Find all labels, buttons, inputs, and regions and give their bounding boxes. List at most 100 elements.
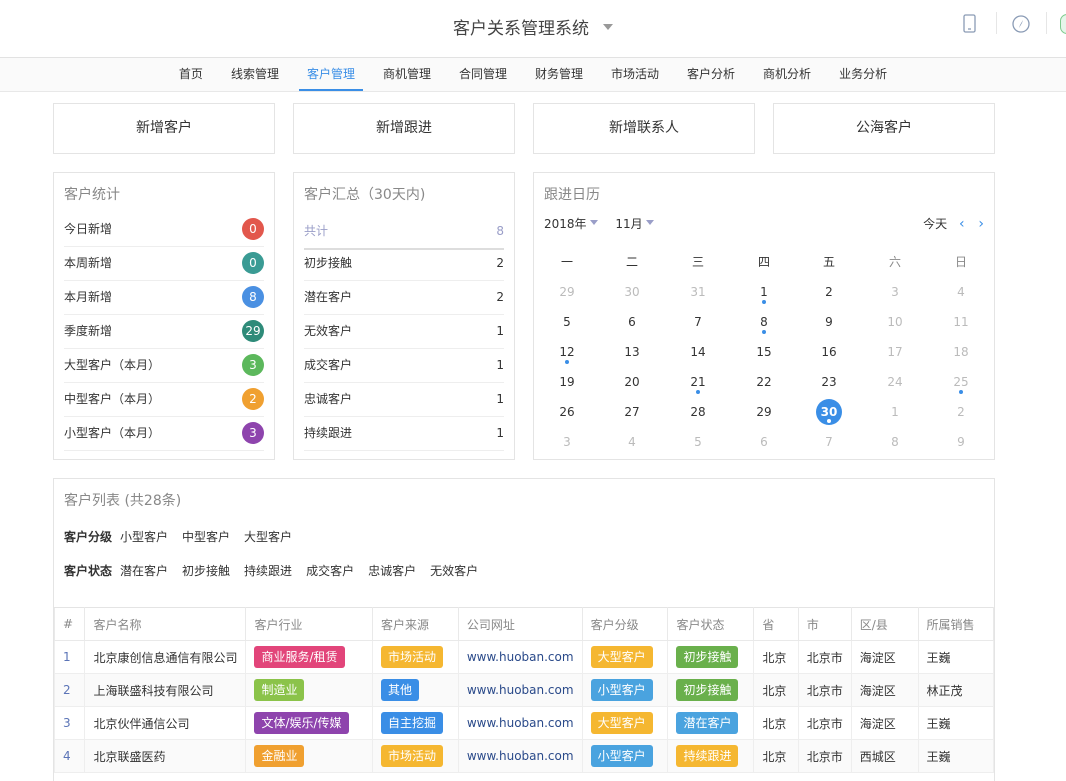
summary-row[interactable]: 忠诚客户 1	[304, 383, 504, 417]
nav-item[interactable]: 商机管理	[369, 58, 445, 91]
calendar-day[interactable]: 19	[534, 367, 600, 397]
public-customers-button[interactable]: 公海客户	[773, 103, 995, 154]
table-row[interactable]: 1 北京康创信息通信有限公司 商业服务/租赁 市场活动 www.huoban.com 大型…	[53, 640, 995, 674]
company-url[interactable]: www.huoban.com	[457, 673, 583, 707]
calendar-day[interactable]: 31	[665, 277, 731, 307]
status-indicator-icon[interactable]	[1060, 14, 1066, 34]
calendar-day[interactable]: 6	[731, 427, 797, 457]
filter-option[interactable]: 中型客户	[182, 530, 230, 544]
column-header[interactable]: #	[53, 607, 86, 641]
nav-item[interactable]: 合同管理	[445, 58, 521, 91]
summary-row[interactable]: 持续跟进 1	[304, 417, 504, 451]
filter-option[interactable]: 无效客户	[430, 564, 478, 578]
filter-option[interactable]: 潜在客户	[120, 564, 168, 578]
column-header[interactable]: 省	[753, 607, 799, 641]
company-url[interactable]: www.huoban.com	[457, 706, 583, 740]
column-header[interactable]: 客户状态	[667, 607, 755, 641]
chevron-left-icon[interactable]: ‹	[959, 216, 965, 232]
calendar-day[interactable]: 16	[796, 337, 862, 367]
column-header[interactable]: 公司网址	[457, 607, 583, 641]
column-header[interactable]: 客户行业	[245, 607, 373, 641]
filter-option[interactable]: 大型客户	[244, 530, 292, 544]
add-contact-button[interactable]: 新增联系人	[533, 103, 755, 154]
calendar-day[interactable]: 5	[534, 307, 600, 337]
calendar-day[interactable]: 8	[731, 307, 797, 337]
filter-option[interactable]: 忠诚客户	[368, 564, 416, 578]
stat-row[interactable]: 大型客户（本月） 3	[64, 349, 264, 383]
calendar-day[interactable]: 9	[928, 427, 994, 457]
calendar-day[interactable]: 11	[928, 307, 994, 337]
summary-row[interactable]: 成交客户 1	[304, 349, 504, 383]
nav-item[interactable]: 市场活动	[597, 58, 673, 91]
filter-option[interactable]: 小型客户	[120, 530, 168, 544]
calendar-day[interactable]: 2	[796, 277, 862, 307]
column-header[interactable]: 市	[797, 607, 852, 641]
calendar-day[interactable]: 30	[796, 397, 862, 427]
month-select[interactable]: 11月	[615, 215, 654, 232]
calendar-day[interactable]: 10	[862, 307, 928, 337]
calendar-day[interactable]: 2	[928, 397, 994, 427]
table-row[interactable]: 4 北京联盛医药 金融业 市场活动 www.huoban.com 小型客户 持续跟进 北京 北京…	[53, 739, 995, 773]
company-url[interactable]: www.huoban.com	[457, 739, 583, 773]
calendar-day[interactable]: 6	[599, 307, 665, 337]
filter-option[interactable]: 持续跟进	[244, 564, 292, 578]
calendar-day[interactable]: 3	[862, 277, 928, 307]
calendar-day[interactable]: 7	[665, 307, 731, 337]
calendar-day[interactable]: 15	[731, 337, 797, 367]
summary-row[interactable]: 初步接触 2	[304, 247, 504, 281]
stat-row[interactable]: 季度新增 29	[64, 315, 264, 349]
customer-name[interactable]: 上海联盛科技有限公司	[84, 673, 247, 707]
calendar-day[interactable]: 26	[534, 397, 600, 427]
customer-name[interactable]: 北京伙伴通信公司	[84, 706, 247, 740]
stat-row[interactable]: 本周新增 0	[64, 247, 264, 281]
column-header[interactable]: 所属销售	[917, 607, 995, 641]
calendar-day[interactable]: 18	[928, 337, 994, 367]
column-header[interactable]: 客户分级	[581, 607, 669, 641]
today-button[interactable]: 今天	[923, 217, 947, 231]
calendar-day[interactable]: 14	[665, 337, 731, 367]
nav-item[interactable]: 首页	[165, 58, 217, 91]
year-select[interactable]: 2018年	[544, 215, 598, 232]
table-row[interactable]: 2 上海联盛科技有限公司 制造业 其他 www.huoban.com 小型客户 初步接触 北京…	[53, 673, 995, 707]
calendar-day[interactable]: 13	[599, 337, 665, 367]
nav-item[interactable]: 业务分析	[825, 58, 901, 91]
nav-item[interactable]: 商机分析	[749, 58, 825, 91]
calendar-day[interactable]: 8	[862, 427, 928, 457]
summary-row[interactable]: 潜在客户 2	[304, 281, 504, 315]
nav-item[interactable]: 客户管理	[293, 58, 369, 91]
summary-row[interactable]: 无效客户 1	[304, 315, 504, 349]
nav-item[interactable]: 财务管理	[521, 58, 597, 91]
stat-row[interactable]: 小型客户（本月） 3	[64, 417, 264, 451]
calendar-day[interactable]: 25	[928, 367, 994, 397]
column-header[interactable]: 客户名称	[84, 607, 247, 641]
add-customer-button[interactable]: 新增客户	[53, 103, 275, 154]
table-row[interactable]: 3 北京伙伴通信公司 文体/娱乐/传媒 自主挖掘 www.huoban.com 大型客户 潜…	[53, 706, 995, 740]
calendar-day[interactable]: 29	[731, 397, 797, 427]
calendar-day[interactable]: 20	[599, 367, 665, 397]
calendar-day[interactable]: 9	[796, 307, 862, 337]
calendar-day[interactable]: 1	[731, 277, 797, 307]
compass-icon[interactable]	[1011, 14, 1031, 34]
calendar-day[interactable]: 27	[599, 397, 665, 427]
calendar-day[interactable]: 4	[599, 427, 665, 457]
customer-name[interactable]: 北京联盛医药	[84, 739, 247, 773]
calendar-day[interactable]: 12	[534, 337, 600, 367]
calendar-day[interactable]: 28	[665, 397, 731, 427]
calendar-day[interactable]: 1	[862, 397, 928, 427]
calendar-day[interactable]: 17	[862, 337, 928, 367]
calendar-day[interactable]: 30	[599, 277, 665, 307]
calendar-day[interactable]: 7	[796, 427, 862, 457]
stat-row[interactable]: 中型客户（本月） 2	[64, 383, 264, 417]
calendar-day[interactable]: 23	[796, 367, 862, 397]
filter-option[interactable]: 成交客户	[306, 564, 354, 578]
add-followup-button[interactable]: 新增跟进	[293, 103, 515, 154]
stat-row[interactable]: 本月新增 8	[64, 281, 264, 315]
nav-item[interactable]: 线索管理	[217, 58, 293, 91]
calendar-day[interactable]: 5	[665, 427, 731, 457]
calendar-day[interactable]: 24	[862, 367, 928, 397]
stat-row[interactable]: 今日新增 0	[64, 213, 264, 247]
chevron-right-icon[interactable]: ›	[978, 216, 984, 232]
customer-name[interactable]: 北京康创信息通信有限公司	[84, 640, 247, 674]
column-header[interactable]: 客户来源	[371, 607, 459, 641]
nav-item[interactable]: 客户分析	[673, 58, 749, 91]
